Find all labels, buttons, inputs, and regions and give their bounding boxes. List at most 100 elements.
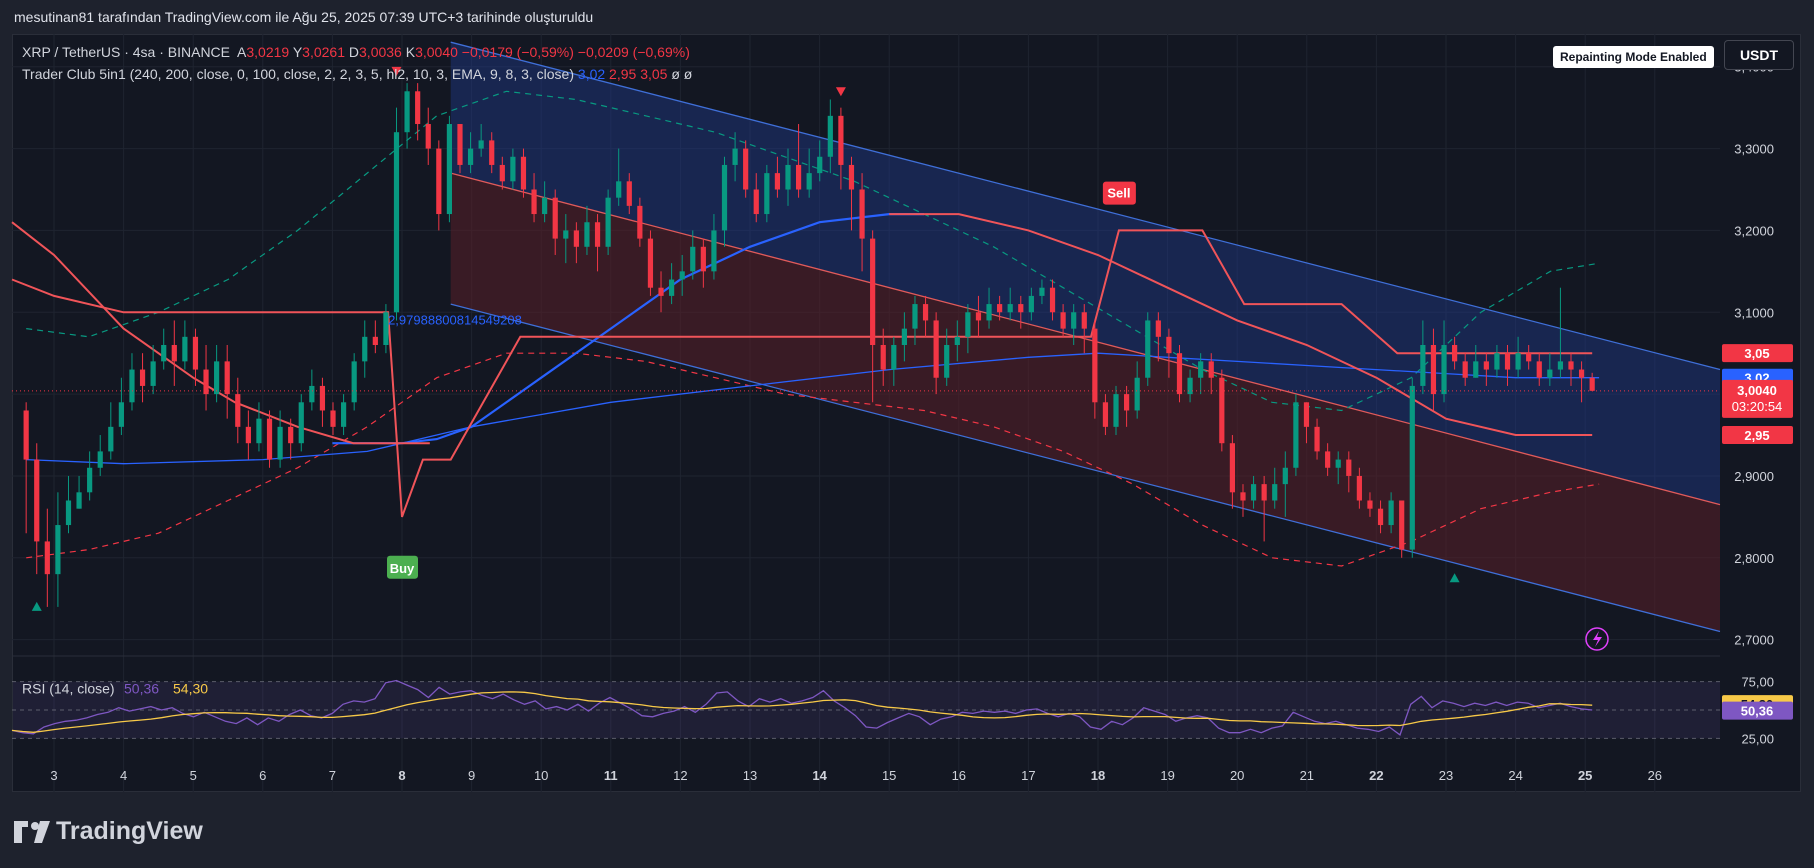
repaint-badge: Repainting Mode Enabled [1553, 46, 1714, 68]
candle-body [637, 205, 643, 239]
candle-body [1060, 312, 1066, 329]
indicator-name[interactable]: Trader Club 5in1 (240, 200, close, 0, 10… [22, 66, 574, 82]
high-label: Y [292, 44, 303, 60]
candle-body [975, 312, 982, 321]
candle-body [129, 369, 135, 403]
time-tick-label: 10 [534, 768, 548, 783]
candle-body [150, 361, 156, 386]
candle-body [552, 197, 558, 239]
candle-body [1526, 353, 1532, 362]
candle-body [1356, 475, 1362, 501]
symbol-name[interactable]: XRP / TetherUS · 4sa · BINANCE [22, 44, 230, 60]
candle-body [1303, 402, 1310, 427]
time-tick-label: 3 [50, 768, 57, 783]
time-tick-label: 6 [259, 768, 266, 783]
candle-body [901, 328, 907, 345]
candle-body [997, 304, 1003, 313]
candle-body [23, 410, 29, 460]
candle-body [436, 148, 442, 215]
candle-body [478, 140, 484, 149]
symbol-legend: XRP / TetherUS · 4sa · BINANCE A3,0219 Y… [22, 44, 690, 60]
indicator-value-3: 3,05 [640, 66, 668, 82]
currency-button[interactable]: USDT [1724, 40, 1794, 70]
candle-body [795, 164, 802, 190]
indicator-value-5: ø [683, 66, 693, 82]
candle-body [118, 402, 124, 427]
trail-line-value: 2,9798880081454920‌8 [388, 313, 522, 328]
candle-body [277, 426, 283, 460]
tradingview-mark-icon [14, 820, 50, 843]
candle-body [1473, 361, 1479, 378]
candle-body [192, 336, 199, 370]
time-tick-label: 7 [329, 768, 336, 783]
candle-body [605, 197, 611, 247]
candle-body [1325, 451, 1331, 468]
time-tick-label: 8 [398, 768, 405, 783]
candle-body [912, 304, 918, 329]
candle-body [584, 222, 590, 247]
chart-canvas[interactable]: BuySell2,9798880081454920‌83,40003,30003… [0, 0, 1814, 868]
candle-body [1367, 500, 1373, 509]
candle-body [658, 287, 664, 296]
candle-body [1166, 336, 1172, 354]
time-tick-label: 18 [1091, 768, 1105, 783]
tradingview-logo: TradingView [14, 817, 203, 846]
candle-body [954, 336, 960, 345]
candle-body [393, 132, 400, 313]
candle-body [880, 345, 886, 370]
candle-body [1377, 508, 1384, 526]
candle-body [721, 164, 728, 231]
candle-body [245, 426, 251, 444]
indicator-value-2: 2,95 [609, 66, 637, 82]
candle-body [425, 124, 431, 149]
candle-body [1441, 345, 1447, 395]
candle-body [1240, 492, 1246, 501]
candle-body [372, 336, 378, 345]
candle-body [848, 164, 855, 190]
close-label: K [405, 44, 416, 60]
candle-body [1134, 377, 1140, 411]
price-tick-label: 3,1000 [1734, 305, 1774, 320]
candle-body [891, 345, 897, 370]
candle-body [97, 451, 103, 468]
candle-body [1028, 295, 1034, 313]
candle-body [647, 238, 654, 288]
candle-body [838, 115, 844, 165]
candle-body [1547, 369, 1553, 378]
candle-body [467, 148, 474, 165]
candle-body [87, 467, 93, 493]
low-value: 3,0036 [359, 44, 402, 60]
candle-body [1049, 287, 1056, 313]
close-value: 3,0040 [415, 44, 458, 60]
candle-body [489, 140, 495, 165]
rsi-tag: 50,36 [1741, 704, 1774, 719]
buy-triangle-marker [1449, 573, 1460, 583]
candle-body [520, 156, 527, 190]
rsi-legend-value: 50,36 [124, 681, 159, 697]
candle-body [827, 115, 833, 157]
candle-body [415, 91, 421, 125]
price-tag-upper: 3,05 [1744, 346, 1769, 361]
candle-body [319, 385, 326, 411]
time-tick-label: 11 [604, 768, 618, 783]
time-tick-label: 22 [1369, 768, 1383, 783]
candle-body [531, 189, 537, 215]
price-tick-label: 2,8000 [1734, 551, 1774, 566]
change2-value: −0,0209 (−0,69%) [577, 44, 690, 60]
candle-body [669, 279, 675, 296]
time-tick-label: 16 [952, 768, 966, 783]
candle-body [499, 164, 505, 182]
price-tag-lower: 2,95 [1744, 428, 1769, 443]
candle-body [711, 230, 717, 272]
candle-body [732, 148, 738, 165]
candle-body [1155, 320, 1161, 337]
candle-body [1335, 459, 1341, 468]
buy-signal-label: Buy [390, 561, 415, 576]
candle-body [510, 156, 516, 182]
candle-body [573, 230, 579, 247]
time-tick-label: 14 [812, 768, 827, 783]
time-tick-label: 12 [673, 768, 687, 783]
lightning-icon [1593, 631, 1602, 647]
candle-body [1250, 484, 1257, 501]
candle-body [65, 500, 72, 526]
